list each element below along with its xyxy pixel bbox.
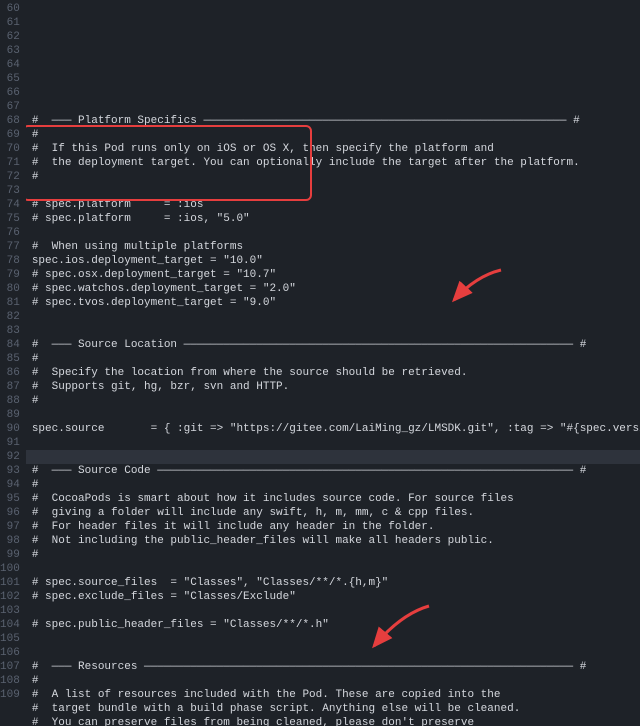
code-line[interactable]: # ――― Resources ――――――――――――――――――――――――… [32,660,640,674]
code-line[interactable]: # ――― Source Code ――――――――――――――――――――――… [32,464,640,478]
line-number: 98 [0,534,20,548]
line-number: 66 [0,86,20,100]
line-number: 106 [0,646,20,660]
code-line[interactable]: # CocoaPods is smart about how it includ… [32,492,640,506]
line-number: 85 [0,352,20,366]
code-line[interactable]: # ――― Platform Specifics ―――――――――――――――… [32,114,640,128]
line-number: 89 [0,408,20,422]
code-line[interactable] [32,408,640,422]
code-line[interactable]: # spec.public_header_files = "Classes/**… [32,618,640,632]
code-line[interactable]: # For header files it will include any h… [32,520,640,534]
code-line[interactable] [32,226,640,240]
line-number: 78 [0,254,20,268]
line-number: 72 [0,170,20,184]
code-line[interactable]: spec.ios.deployment_target = "10.0" [32,254,640,268]
line-number: 69 [0,128,20,142]
line-number: 100 [0,562,20,576]
code-line[interactable]: # spec.source_files = "Classes", "Classe… [32,576,640,590]
line-number: 62 [0,30,20,44]
line-number: 92 [0,450,20,464]
line-number: 107 [0,660,20,674]
code-line[interactable]: # spec.tvos.deployment_target = "9.0" [32,296,640,310]
code-line[interactable] [32,450,640,464]
code-line[interactable] [32,184,640,198]
code-line[interactable]: # spec.platform = :ios, "5.0" [32,212,640,226]
code-editor: 6061626364656667686970717273747576777879… [0,0,640,726]
code-line[interactable]: # giving a folder will include any swift… [32,506,640,520]
code-line[interactable]: # When using multiple platforms [32,240,640,254]
code-line[interactable]: # [32,352,640,366]
code-line[interactable]: # Supports git, hg, bzr, svn and HTTP. [32,380,640,394]
code-line[interactable]: # the deployment target. You can optiona… [32,156,640,170]
line-number: 76 [0,226,20,240]
line-number: 95 [0,492,20,506]
line-number: 67 [0,100,20,114]
line-number: 61 [0,16,20,30]
code-line[interactable]: # [32,394,640,408]
code-line[interactable]: # [32,170,640,184]
code-line[interactable] [32,604,640,618]
line-number: 77 [0,240,20,254]
code-line[interactable]: # spec.platform = :ios [32,198,640,212]
line-number: 71 [0,156,20,170]
line-number: 99 [0,548,20,562]
line-number: 73 [0,184,20,198]
line-number: 87 [0,380,20,394]
line-number: 83 [0,324,20,338]
line-number: 91 [0,436,20,450]
line-number: 64 [0,58,20,72]
code-line[interactable]: # Not including the public_header_files … [32,534,640,548]
line-number: 97 [0,520,20,534]
code-line[interactable]: # [32,478,640,492]
code-line[interactable]: # Specify the location from where the so… [32,366,640,380]
line-number: 63 [0,44,20,58]
code-line[interactable]: # A list of resources included with the … [32,688,640,702]
code-line[interactable] [32,632,640,646]
code-line[interactable]: # [32,674,640,688]
code-line[interactable] [32,646,640,660]
line-number: 108 [0,674,20,688]
line-number: 79 [0,268,20,282]
line-number: 109 [0,688,20,702]
line-number: 96 [0,506,20,520]
code-line[interactable]: # [32,128,640,142]
code-line[interactable]: # spec.exclude_files = "Classes/Exclude" [32,590,640,604]
line-number: 105 [0,632,20,646]
line-number: 94 [0,478,20,492]
code-line[interactable] [32,562,640,576]
line-number: 88 [0,394,20,408]
line-number: 104 [0,618,20,632]
line-number: 90 [0,422,20,436]
line-number: 103 [0,604,20,618]
line-number: 74 [0,198,20,212]
line-number: 101 [0,576,20,590]
line-number: 81 [0,296,20,310]
line-number: 102 [0,590,20,604]
code-line[interactable]: # spec.watchos.deployment_target = "2.0" [32,282,640,296]
code-line[interactable]: # If this Pod runs only on iOS or OS X, … [32,142,640,156]
line-number: 60 [0,2,20,16]
line-number: 70 [0,142,20,156]
line-number: 84 [0,338,20,352]
code-line[interactable]: # ――― Source Location ――――――――――――――――――… [32,338,640,352]
code-area[interactable]: # ――― Platform Specifics ―――――――――――――――… [26,0,640,726]
line-number: 68 [0,114,20,128]
code-line[interactable]: # spec.osx.deployment_target = "10.7" [32,268,640,282]
code-line[interactable] [32,324,640,338]
code-line[interactable]: spec.source = { :git => "https://gitee.c… [32,422,640,436]
line-number: 65 [0,72,20,86]
code-line[interactable]: # [32,548,640,562]
line-number: 93 [0,464,20,478]
code-line[interactable]: # target bundle with a build phase scrip… [32,702,640,716]
line-number: 82 [0,310,20,324]
code-line[interactable] [32,310,640,324]
line-number: 86 [0,366,20,380]
code-line[interactable]: # You can preserve files from being clea… [32,716,640,726]
line-number: 75 [0,212,20,226]
line-number: 80 [0,282,20,296]
code-line[interactable] [32,436,640,450]
line-number-gutter: 6061626364656667686970717273747576777879… [0,0,26,726]
